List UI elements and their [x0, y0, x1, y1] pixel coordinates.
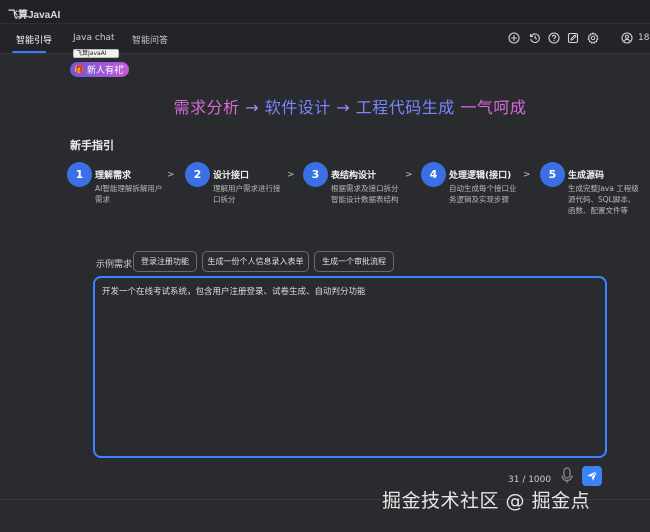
- step-5-title: 生成源码: [568, 171, 605, 181]
- headline-arrow-1: →: [245, 98, 260, 117]
- examples-label: 示例需求: [96, 260, 133, 270]
- step-2-desc: 理解用户需求进行接口拆分: [213, 184, 281, 204]
- step-3-number: 3: [303, 162, 328, 187]
- help-icon[interactable]: [547, 31, 561, 45]
- char-count: 31 / 1000: [508, 475, 552, 485]
- user-count: 182: [638, 33, 650, 43]
- tab-smart-qa[interactable]: 智能问答: [132, 33, 168, 46]
- headline-arrow-2: →: [336, 98, 351, 117]
- watermark: 掘金技术社区 @ 掘金点: [382, 490, 591, 512]
- headline: 需求分析 → 软件设计 → 工程代码生成 一气呵成: [0, 94, 650, 118]
- step-1-desc: AI智能理解拆解用户需求: [95, 184, 163, 204]
- plus-circle-icon[interactable]: [507, 31, 521, 45]
- step-arrow-1: >: [167, 170, 175, 180]
- headline-part-3: 工程代码生成: [355, 98, 455, 117]
- headline-part-4: 一气呵成: [460, 98, 527, 117]
- guide-title: 新手指引: [70, 139, 114, 152]
- app-title: 飞算JavaAI: [8, 10, 61, 21]
- step-4-number: 4: [421, 162, 446, 187]
- title-bar: 飞算JavaAI: [0, 0, 650, 24]
- step-3-title: 表结构设计: [331, 171, 377, 181]
- requirement-input[interactable]: 开发一个在线考试系统，包含用户注册登录、试卷生成、自动判分功能: [93, 276, 607, 458]
- step-4-title: 处理逻辑(接口): [449, 171, 512, 181]
- step-1-number: 1: [67, 162, 92, 187]
- step-arrow-3: >: [405, 170, 413, 180]
- requirement-input-value: 开发一个在线考试系统，包含用户注册登录、试卷生成、自动判分功能: [102, 287, 366, 297]
- gift-icon: 🎁: [74, 65, 84, 74]
- history-icon[interactable]: [528, 31, 542, 45]
- example-chip-login[interactable]: 登录注册功能: [133, 251, 197, 272]
- step-5-desc: 生成完整Java 工程级源代码、SQL脚本、函数、配置文件等: [568, 184, 639, 215]
- sparkle-icon: ✦: [118, 63, 126, 73]
- send-icon: [587, 470, 598, 481]
- microphone-icon[interactable]: [560, 467, 574, 485]
- edit-icon[interactable]: [566, 31, 580, 45]
- logo-text: 飞算JavaAI: [76, 50, 107, 57]
- tab-smart-guide[interactable]: 智能引导: [16, 33, 52, 46]
- send-button[interactable]: [582, 466, 602, 486]
- settings-icon[interactable]: [586, 31, 600, 45]
- step-5-number: 5: [540, 162, 565, 187]
- step-2-title: 设计接口: [213, 171, 250, 181]
- example-chip-form[interactable]: 生成一份个人信息录入表单: [202, 251, 309, 272]
- step-3-desc: 根据需求及接口拆分智能设计数据表结构: [331, 184, 399, 204]
- headline-part-1: 需求分析: [173, 98, 240, 117]
- step-2-number: 2: [185, 162, 210, 187]
- step-1-title: 理解需求: [95, 171, 132, 181]
- tab-java-chat[interactable]: Java chat: [73, 33, 115, 43]
- example-chip-approval[interactable]: 生成一个审批流程: [314, 251, 394, 272]
- active-tab-indicator: [12, 51, 46, 53]
- headline-part-2: 软件设计: [264, 98, 331, 117]
- logo: 飞算JavaAI: [73, 49, 119, 58]
- step-arrow-4: >: [523, 170, 531, 180]
- step-4-desc: 自动生成每个接口业务逻辑及实现步骤: [449, 184, 517, 204]
- step-arrow-2: >: [287, 170, 295, 180]
- user-icon[interactable]: [620, 31, 634, 45]
